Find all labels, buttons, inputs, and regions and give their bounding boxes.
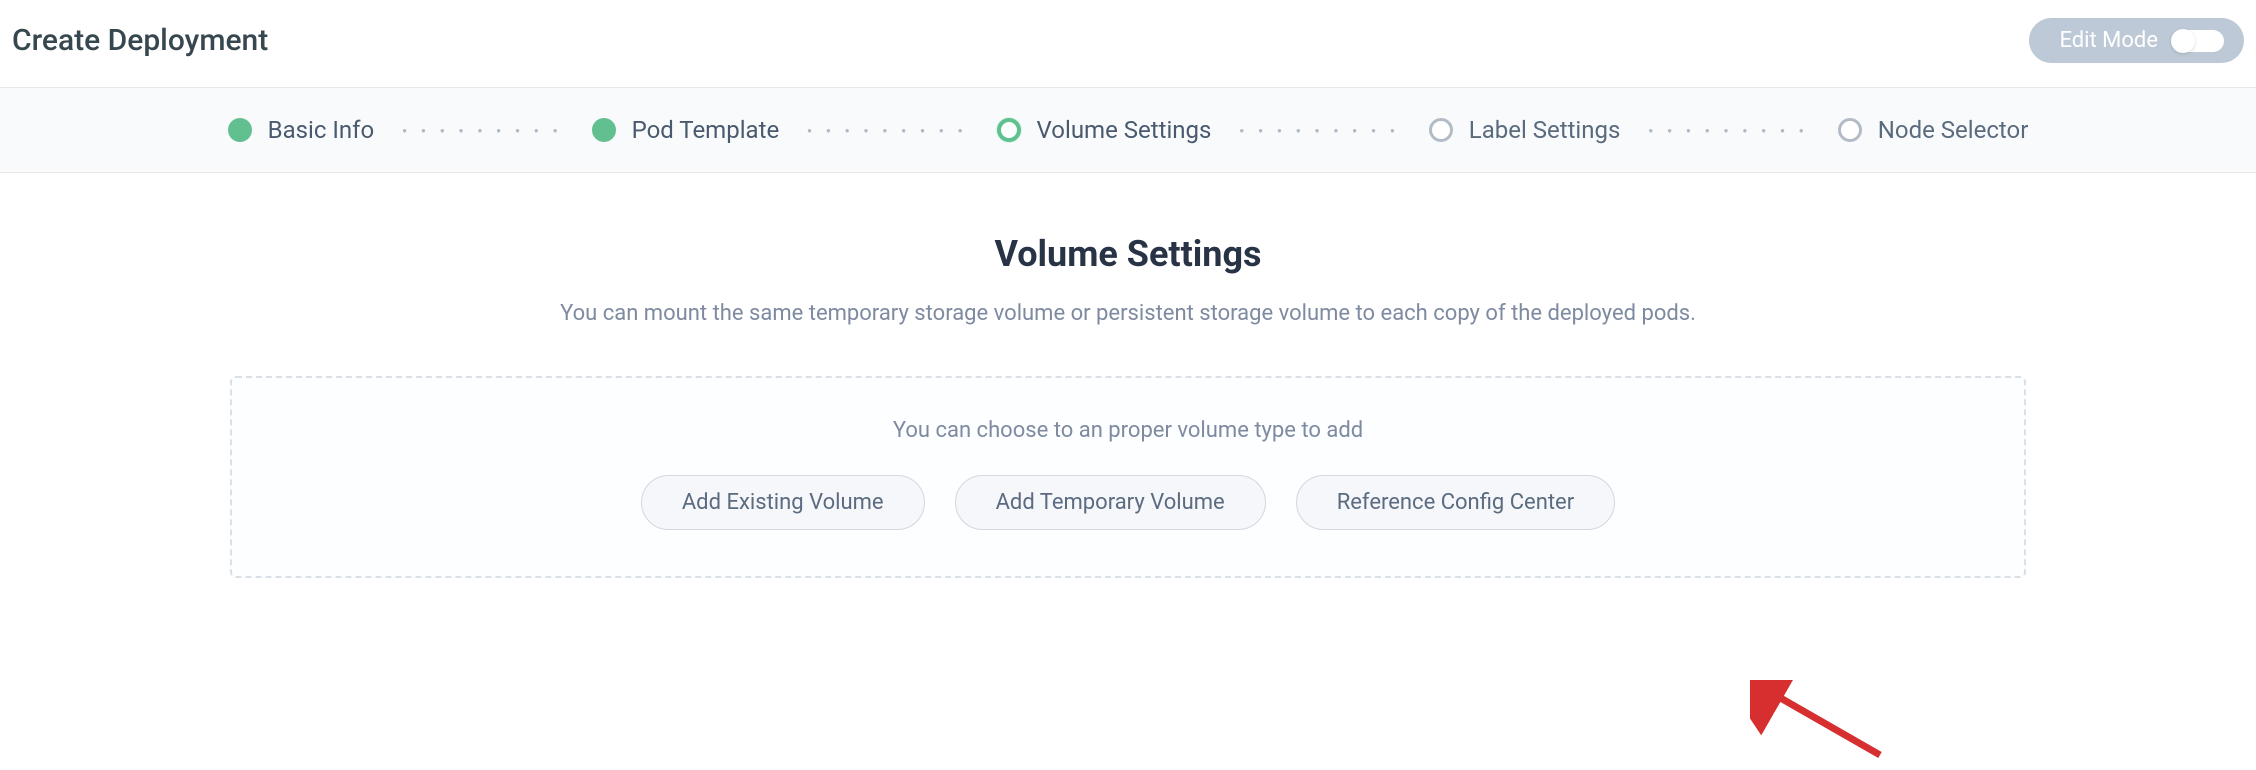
step-separator: ● ● ● ● ● ● ● ● ● xyxy=(1648,126,1809,135)
volume-box: You can choose to an proper volume type … xyxy=(230,376,2026,578)
section-description: You can mount the same temporary storage… xyxy=(0,301,2256,326)
volume-box-hint: You can choose to an proper volume type … xyxy=(262,418,1994,443)
step-separator: ● ● ● ● ● ● ● ● ● xyxy=(1239,126,1400,135)
step-basic-info[interactable]: Basic Info xyxy=(228,116,375,144)
step-pod-template[interactable]: Pod Template xyxy=(592,116,780,144)
arrow-annotation-icon xyxy=(1750,680,1890,770)
step-dot-pending-icon xyxy=(1838,118,1862,142)
add-existing-volume-button[interactable]: Add Existing Volume xyxy=(641,475,925,530)
step-dot-active-icon xyxy=(997,118,1021,142)
step-dot-completed-icon xyxy=(228,118,252,142)
volume-box-wrapper: You can choose to an proper volume type … xyxy=(0,376,2256,578)
step-label: Node Selector xyxy=(1878,116,2029,144)
step-node-selector[interactable]: Node Selector xyxy=(1838,116,2029,144)
stepper-bar: Basic Info ● ● ● ● ● ● ● ● ● Pod Templat… xyxy=(0,88,2256,173)
steps: Basic Info ● ● ● ● ● ● ● ● ● Pod Templat… xyxy=(228,116,2029,144)
step-dot-completed-icon xyxy=(592,118,616,142)
step-volume-settings[interactable]: Volume Settings xyxy=(997,116,1212,144)
step-label: Basic Info xyxy=(268,116,375,144)
step-label: Label Settings xyxy=(1469,116,1621,144)
header: Create Deployment Edit Mode xyxy=(0,0,2256,88)
step-dot-pending-icon xyxy=(1429,118,1453,142)
toggle-switch-icon xyxy=(2172,30,2224,52)
edit-mode-label: Edit Mode xyxy=(2059,28,2158,53)
section-title: Volume Settings xyxy=(0,233,2256,275)
step-separator: ● ● ● ● ● ● ● ● ● xyxy=(807,126,968,135)
step-separator: ● ● ● ● ● ● ● ● ● xyxy=(402,126,563,135)
step-label: Volume Settings xyxy=(1037,116,1212,144)
button-row: Add Existing Volume Add Temporary Volume… xyxy=(262,475,1994,530)
content: Volume Settings You can mount the same t… xyxy=(0,173,2256,618)
add-temporary-volume-button[interactable]: Add Temporary Volume xyxy=(955,475,1266,530)
reference-config-center-button[interactable]: Reference Config Center xyxy=(1296,475,1615,530)
step-label: Pod Template xyxy=(632,116,780,144)
step-label-settings[interactable]: Label Settings xyxy=(1429,116,1621,144)
page-title: Create Deployment xyxy=(12,23,268,58)
edit-mode-toggle[interactable]: Edit Mode xyxy=(2029,18,2244,63)
